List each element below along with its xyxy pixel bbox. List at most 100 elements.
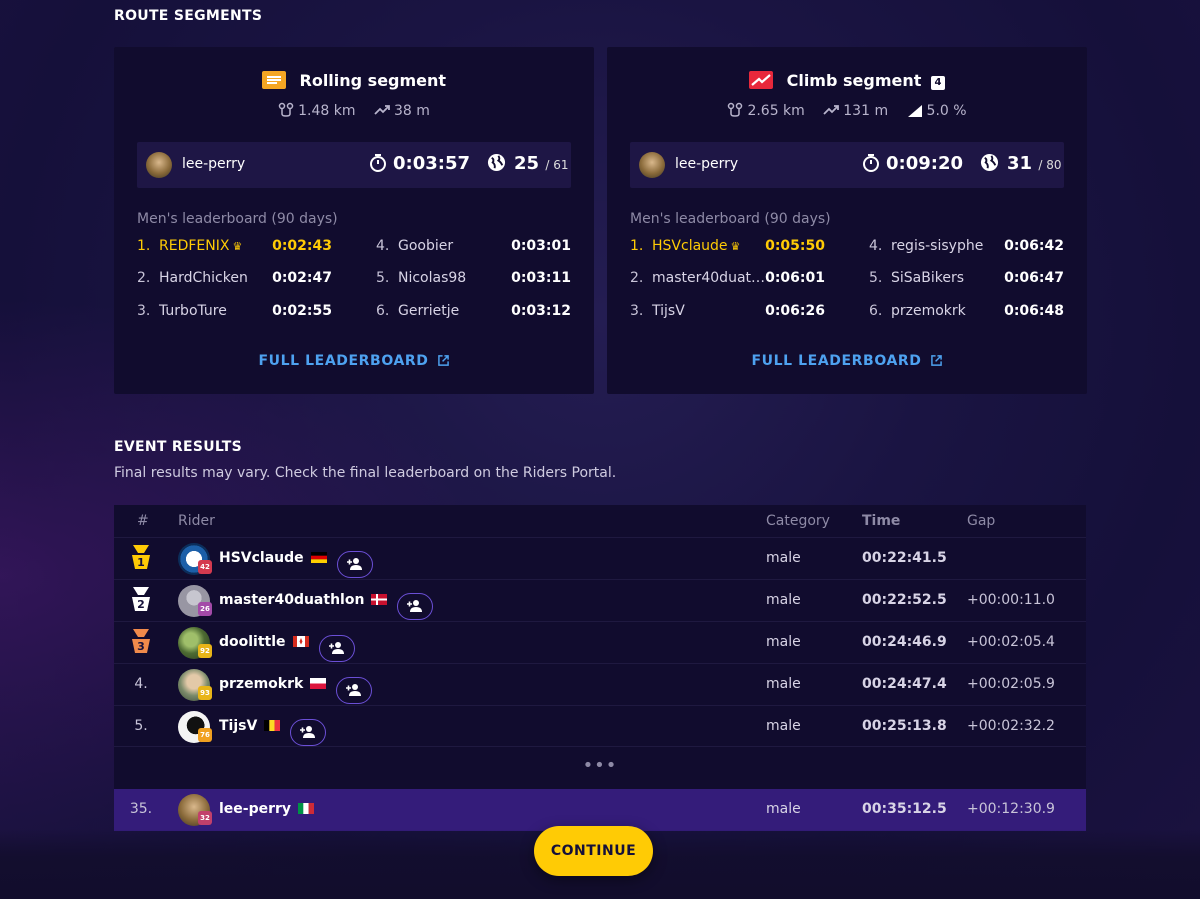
table-row[interactable]: 1 42 HSVclaude male 00:22:41.5 bbox=[114, 537, 1086, 579]
my-segment-result: lee-perry 0:09:20 31 / 80 bbox=[630, 142, 1064, 188]
leaderboard-title: Men's leaderboard (90 days) bbox=[137, 211, 338, 227]
leaderboard-entry[interactable]: 6. Gerrietje 0:03:12 bbox=[376, 303, 571, 323]
leaderboard-entry[interactable]: 3. TijsV 0:06:26 bbox=[630, 303, 825, 323]
climb-category-badge: 4 bbox=[930, 76, 945, 90]
rider-name[interactable]: HSVclaude bbox=[219, 550, 304, 566]
leaderboard-entry[interactable]: 2. HardChicken 0:02:47 bbox=[137, 270, 332, 290]
time-cell: 00:35:12.5 bbox=[862, 801, 947, 817]
table-row[interactable]: 2 26 master40duathlon male 00:22:52.5 +0… bbox=[114, 579, 1086, 621]
category-cell: male bbox=[766, 592, 801, 608]
distance-icon bbox=[278, 102, 294, 117]
category-cell: male bbox=[766, 718, 801, 734]
silver-medal-icon: 2 bbox=[129, 587, 153, 617]
position-cell: 5. bbox=[134, 718, 148, 734]
leaderboard-entry[interactable]: 5. Nicolas98 0:03:11 bbox=[376, 270, 571, 290]
level-badge: 32 bbox=[198, 811, 212, 825]
rider-name[interactable]: TijsV bbox=[219, 718, 257, 734]
my-segment-time: 0:09:20 bbox=[862, 153, 963, 174]
gap-cell: +00:02:32.2 bbox=[967, 718, 1055, 734]
flag-it-icon bbox=[298, 803, 315, 814]
col-category: Category bbox=[766, 513, 830, 529]
level-badge: 26 bbox=[198, 602, 212, 616]
add-user-icon bbox=[407, 600, 423, 612]
time-cell: 00:22:41.5 bbox=[862, 550, 947, 566]
event-results-subtitle: Final results may vary. Check the final … bbox=[114, 465, 617, 481]
my-segment-time: 0:03:57 bbox=[369, 153, 470, 174]
rider-name[interactable]: lee-perry bbox=[219, 801, 291, 817]
level-badge: 42 bbox=[198, 560, 212, 574]
table-row[interactable]: 4. 93 przemokrk male 00:24:47.4 +00:02:0… bbox=[114, 663, 1086, 705]
more-results-ellipsis[interactable]: ••• bbox=[114, 746, 1086, 788]
leaderboard-entry[interactable]: 6. przemokrk 0:06:48 bbox=[869, 303, 1064, 323]
event-results-title: EVENT RESULTS bbox=[114, 439, 243, 455]
follow-button[interactable] bbox=[336, 551, 373, 578]
elevation-icon bbox=[823, 105, 840, 115]
route-segments-title: ROUTE SEGMENTS bbox=[114, 8, 263, 24]
leaderboard-entry[interactable]: 4. Goobier 0:03:01 bbox=[376, 238, 571, 258]
rider-name[interactable]: przemokrk bbox=[219, 676, 303, 692]
follow-button[interactable] bbox=[336, 677, 373, 704]
flag-pl-icon bbox=[310, 678, 327, 689]
table-row[interactable]: 3 92 doolittle male 00:24:46.9 +00:02:05… bbox=[114, 621, 1086, 663]
crown-icon: ♛ bbox=[730, 240, 741, 253]
gold-medal-icon: 1 bbox=[129, 545, 153, 575]
svg-text:1: 1 bbox=[137, 556, 145, 569]
distance-icon bbox=[728, 102, 743, 117]
segment-name: Climb segment bbox=[786, 71, 922, 90]
col-pos: # bbox=[137, 513, 149, 529]
globe-icon bbox=[487, 153, 506, 172]
add-user-icon bbox=[300, 726, 316, 738]
full-leaderboard-link[interactable]: FULL LEADERBOARD bbox=[607, 353, 1087, 369]
gradient-icon bbox=[907, 105, 922, 117]
follow-button[interactable] bbox=[397, 593, 434, 620]
segment-heading: Climb segment 4 bbox=[607, 71, 1087, 93]
leaderboard-entry[interactable]: 5. SiSaBikers 0:06:47 bbox=[869, 270, 1064, 290]
my-segment-rank: 31 / 80 bbox=[980, 153, 1061, 174]
gap-cell: +00:00:11.0 bbox=[967, 592, 1055, 608]
flag-be-icon bbox=[264, 720, 281, 731]
rolling-segment-icon bbox=[261, 71, 286, 93]
flag-ca-icon bbox=[292, 636, 309, 647]
distance-value: 2.65 km bbox=[747, 103, 805, 119]
external-link-icon bbox=[931, 355, 943, 366]
time-cell: 00:24:46.9 bbox=[862, 634, 947, 650]
results-table: # Rider Category Time Gap 1 42 HSVclaude… bbox=[114, 505, 1086, 831]
elevation-icon bbox=[374, 105, 390, 115]
add-user-icon bbox=[328, 642, 344, 654]
time-cell: 00:25:13.8 bbox=[862, 718, 947, 734]
climb-segment-icon bbox=[749, 71, 774, 93]
level-badge: 76 bbox=[198, 728, 212, 742]
continue-button[interactable]: CONTINUE bbox=[534, 826, 653, 876]
table-row[interactable]: 5. 76 TijsV male 00:25:13.8 +00:02:32.2 bbox=[114, 705, 1086, 747]
segment-stats: 1.48 km 38 m bbox=[114, 102, 594, 119]
leaderboard-entry[interactable]: 1. HSVclaude ♛ 0:05:50 bbox=[630, 238, 825, 258]
rider-name[interactable]: doolittle bbox=[219, 634, 286, 650]
my-segment-rank: 25 / 61 bbox=[487, 153, 568, 174]
rider-name[interactable]: master40duathlon bbox=[219, 592, 364, 608]
avatar bbox=[639, 152, 665, 178]
segment-name: Rolling segment bbox=[299, 71, 447, 90]
svg-text:2: 2 bbox=[137, 598, 145, 611]
add-user-icon bbox=[346, 558, 362, 570]
leaderboard-entry[interactable]: 3. TurboTure 0:02:55 bbox=[137, 303, 332, 323]
category-cell: male bbox=[766, 550, 801, 566]
segment-stats: 2.65 km 131 m 5.0 % bbox=[607, 102, 1087, 119]
gradient-value: 5.0 % bbox=[926, 103, 967, 119]
table-header: # Rider Category Time Gap bbox=[114, 505, 1086, 537]
flag-dk-icon bbox=[371, 594, 388, 605]
my-result-row[interactable]: 35. 32 lee-perry male 00:35:12.5 +00:12:… bbox=[114, 789, 1086, 831]
stopwatch-icon bbox=[370, 154, 386, 172]
gap-cell: +00:02:05.4 bbox=[967, 634, 1055, 650]
level-badge: 93 bbox=[198, 686, 212, 700]
follow-button[interactable] bbox=[318, 635, 355, 662]
flag-de-icon bbox=[310, 552, 327, 563]
leaderboard-entry[interactable]: 4. regis-sisyphe 0:06:42 bbox=[869, 238, 1064, 258]
add-user-icon bbox=[346, 684, 362, 696]
leaderboard-entry[interactable]: 1. REDFENIX ♛ 0:02:43 bbox=[137, 238, 332, 258]
full-leaderboard-link[interactable]: FULL LEADERBOARD bbox=[114, 353, 594, 369]
leaderboard-entry[interactable]: 2. master40duat… 0:06:01 bbox=[630, 270, 825, 290]
svg-text:3: 3 bbox=[137, 640, 145, 653]
rolling-segment-card: Rolling segment 1.48 km 38 m lee-perry 0… bbox=[114, 47, 594, 394]
follow-button[interactable] bbox=[290, 719, 327, 746]
position-cell: 4. bbox=[134, 676, 148, 692]
